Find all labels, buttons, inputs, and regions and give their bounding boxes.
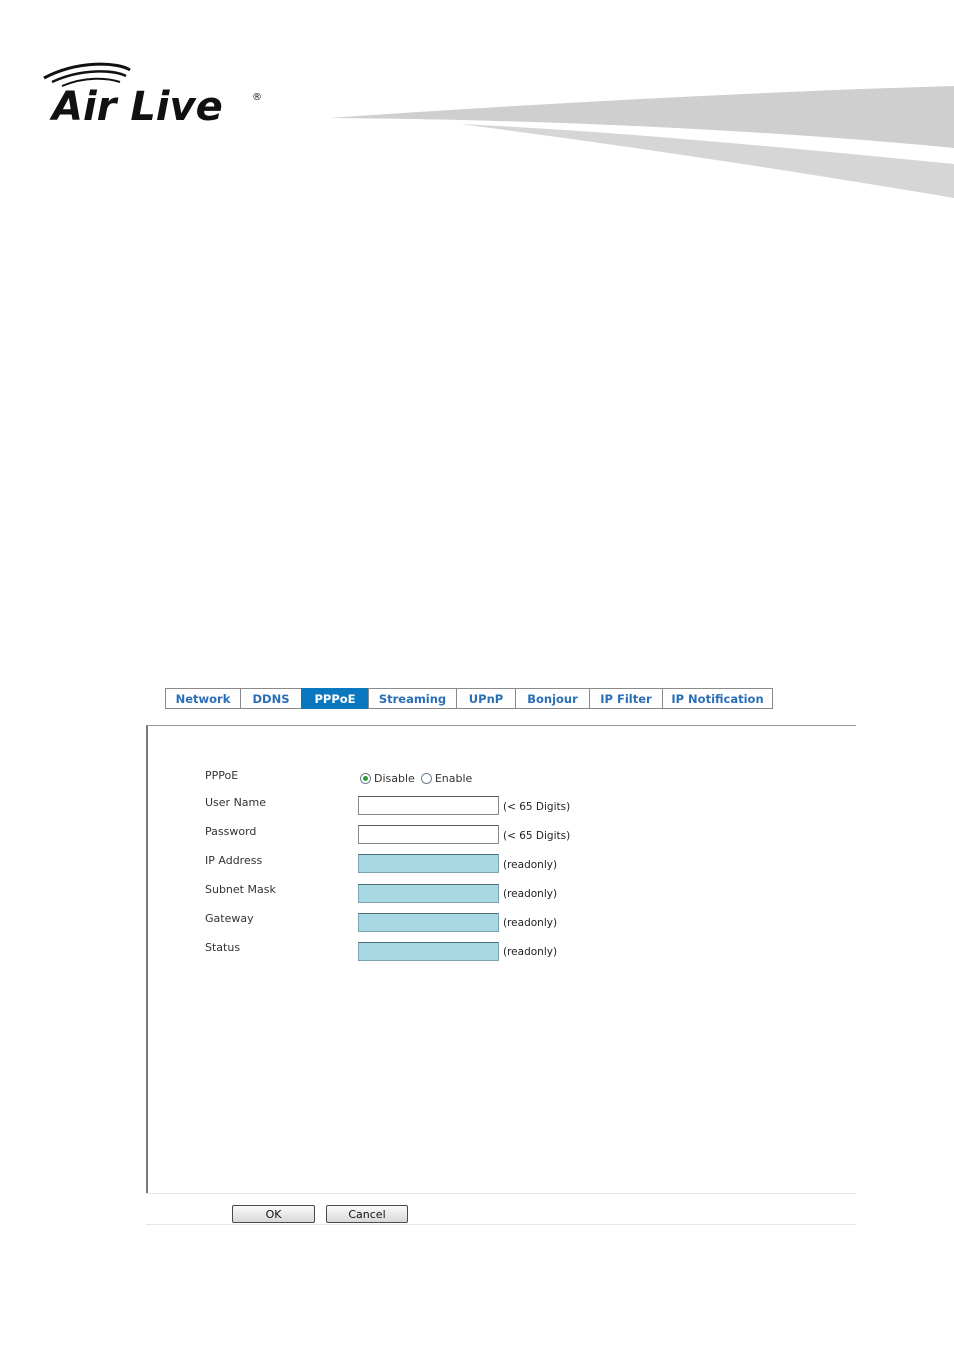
pppoe-disable-radio[interactable] — [360, 773, 371, 784]
pppoe-disable-label[interactable]: Disable — [374, 772, 415, 785]
tab-streaming[interactable]: Streaming — [368, 688, 457, 709]
pppoe-enable-radio[interactable] — [420, 773, 432, 784]
gateway-hint: (readonly) — [503, 917, 558, 929]
status-label: Status — [205, 941, 241, 954]
gateway-field — [358, 913, 499, 932]
user-name-input[interactable] — [358, 796, 499, 815]
tab-ip-notification[interactable]: IP Notification — [662, 688, 773, 709]
ip-address-label: IP Address — [205, 854, 263, 867]
footer-divider-bottom — [146, 1224, 856, 1225]
svg-text:Air Live: Air Live — [49, 84, 223, 130]
settings-tabs: Network DDNS PPPoE Streaming UPnP Bonjou… — [165, 688, 773, 709]
gateway-label: Gateway — [205, 912, 254, 925]
status-hint: (readonly) — [503, 946, 558, 958]
password-input[interactable] — [358, 825, 499, 844]
header-swoosh-graphic — [330, 86, 954, 198]
svg-text:®: ® — [252, 92, 262, 103]
subnet-mask-label: Subnet Mask — [205, 883, 276, 896]
pppoe-enable-label[interactable]: Enable — [435, 772, 472, 785]
airlive-logo: Air Live ® — [43, 62, 262, 130]
tab-pppoe[interactable]: PPPoE — [301, 688, 369, 709]
password-label: Password — [205, 825, 257, 838]
subnet-mask-field — [358, 884, 499, 903]
pppoe-radio-group: Disable Enable — [360, 772, 478, 785]
password-hint: (< 65 Digits) — [503, 830, 571, 842]
user-name-label: User Name — [205, 796, 267, 809]
tab-ip-filter[interactable]: IP Filter — [589, 688, 663, 709]
subnet-mask-hint: (readonly) — [503, 888, 558, 900]
ip-address-field — [358, 854, 499, 873]
tab-bonjour[interactable]: Bonjour — [515, 688, 590, 709]
user-name-hint: (< 65 Digits) — [503, 801, 571, 813]
ok-button[interactable]: OK — [232, 1205, 315, 1223]
tab-upnp[interactable]: UPnP — [456, 688, 516, 709]
ip-address-hint: (readonly) — [503, 859, 558, 871]
tab-ddns[interactable]: DDNS — [240, 688, 302, 709]
cancel-button[interactable]: Cancel — [326, 1205, 408, 1223]
footer-divider-top — [146, 1193, 856, 1194]
status-field — [358, 942, 499, 961]
pppoe-label: PPPoE — [205, 769, 239, 782]
tab-network[interactable]: Network — [165, 688, 241, 709]
